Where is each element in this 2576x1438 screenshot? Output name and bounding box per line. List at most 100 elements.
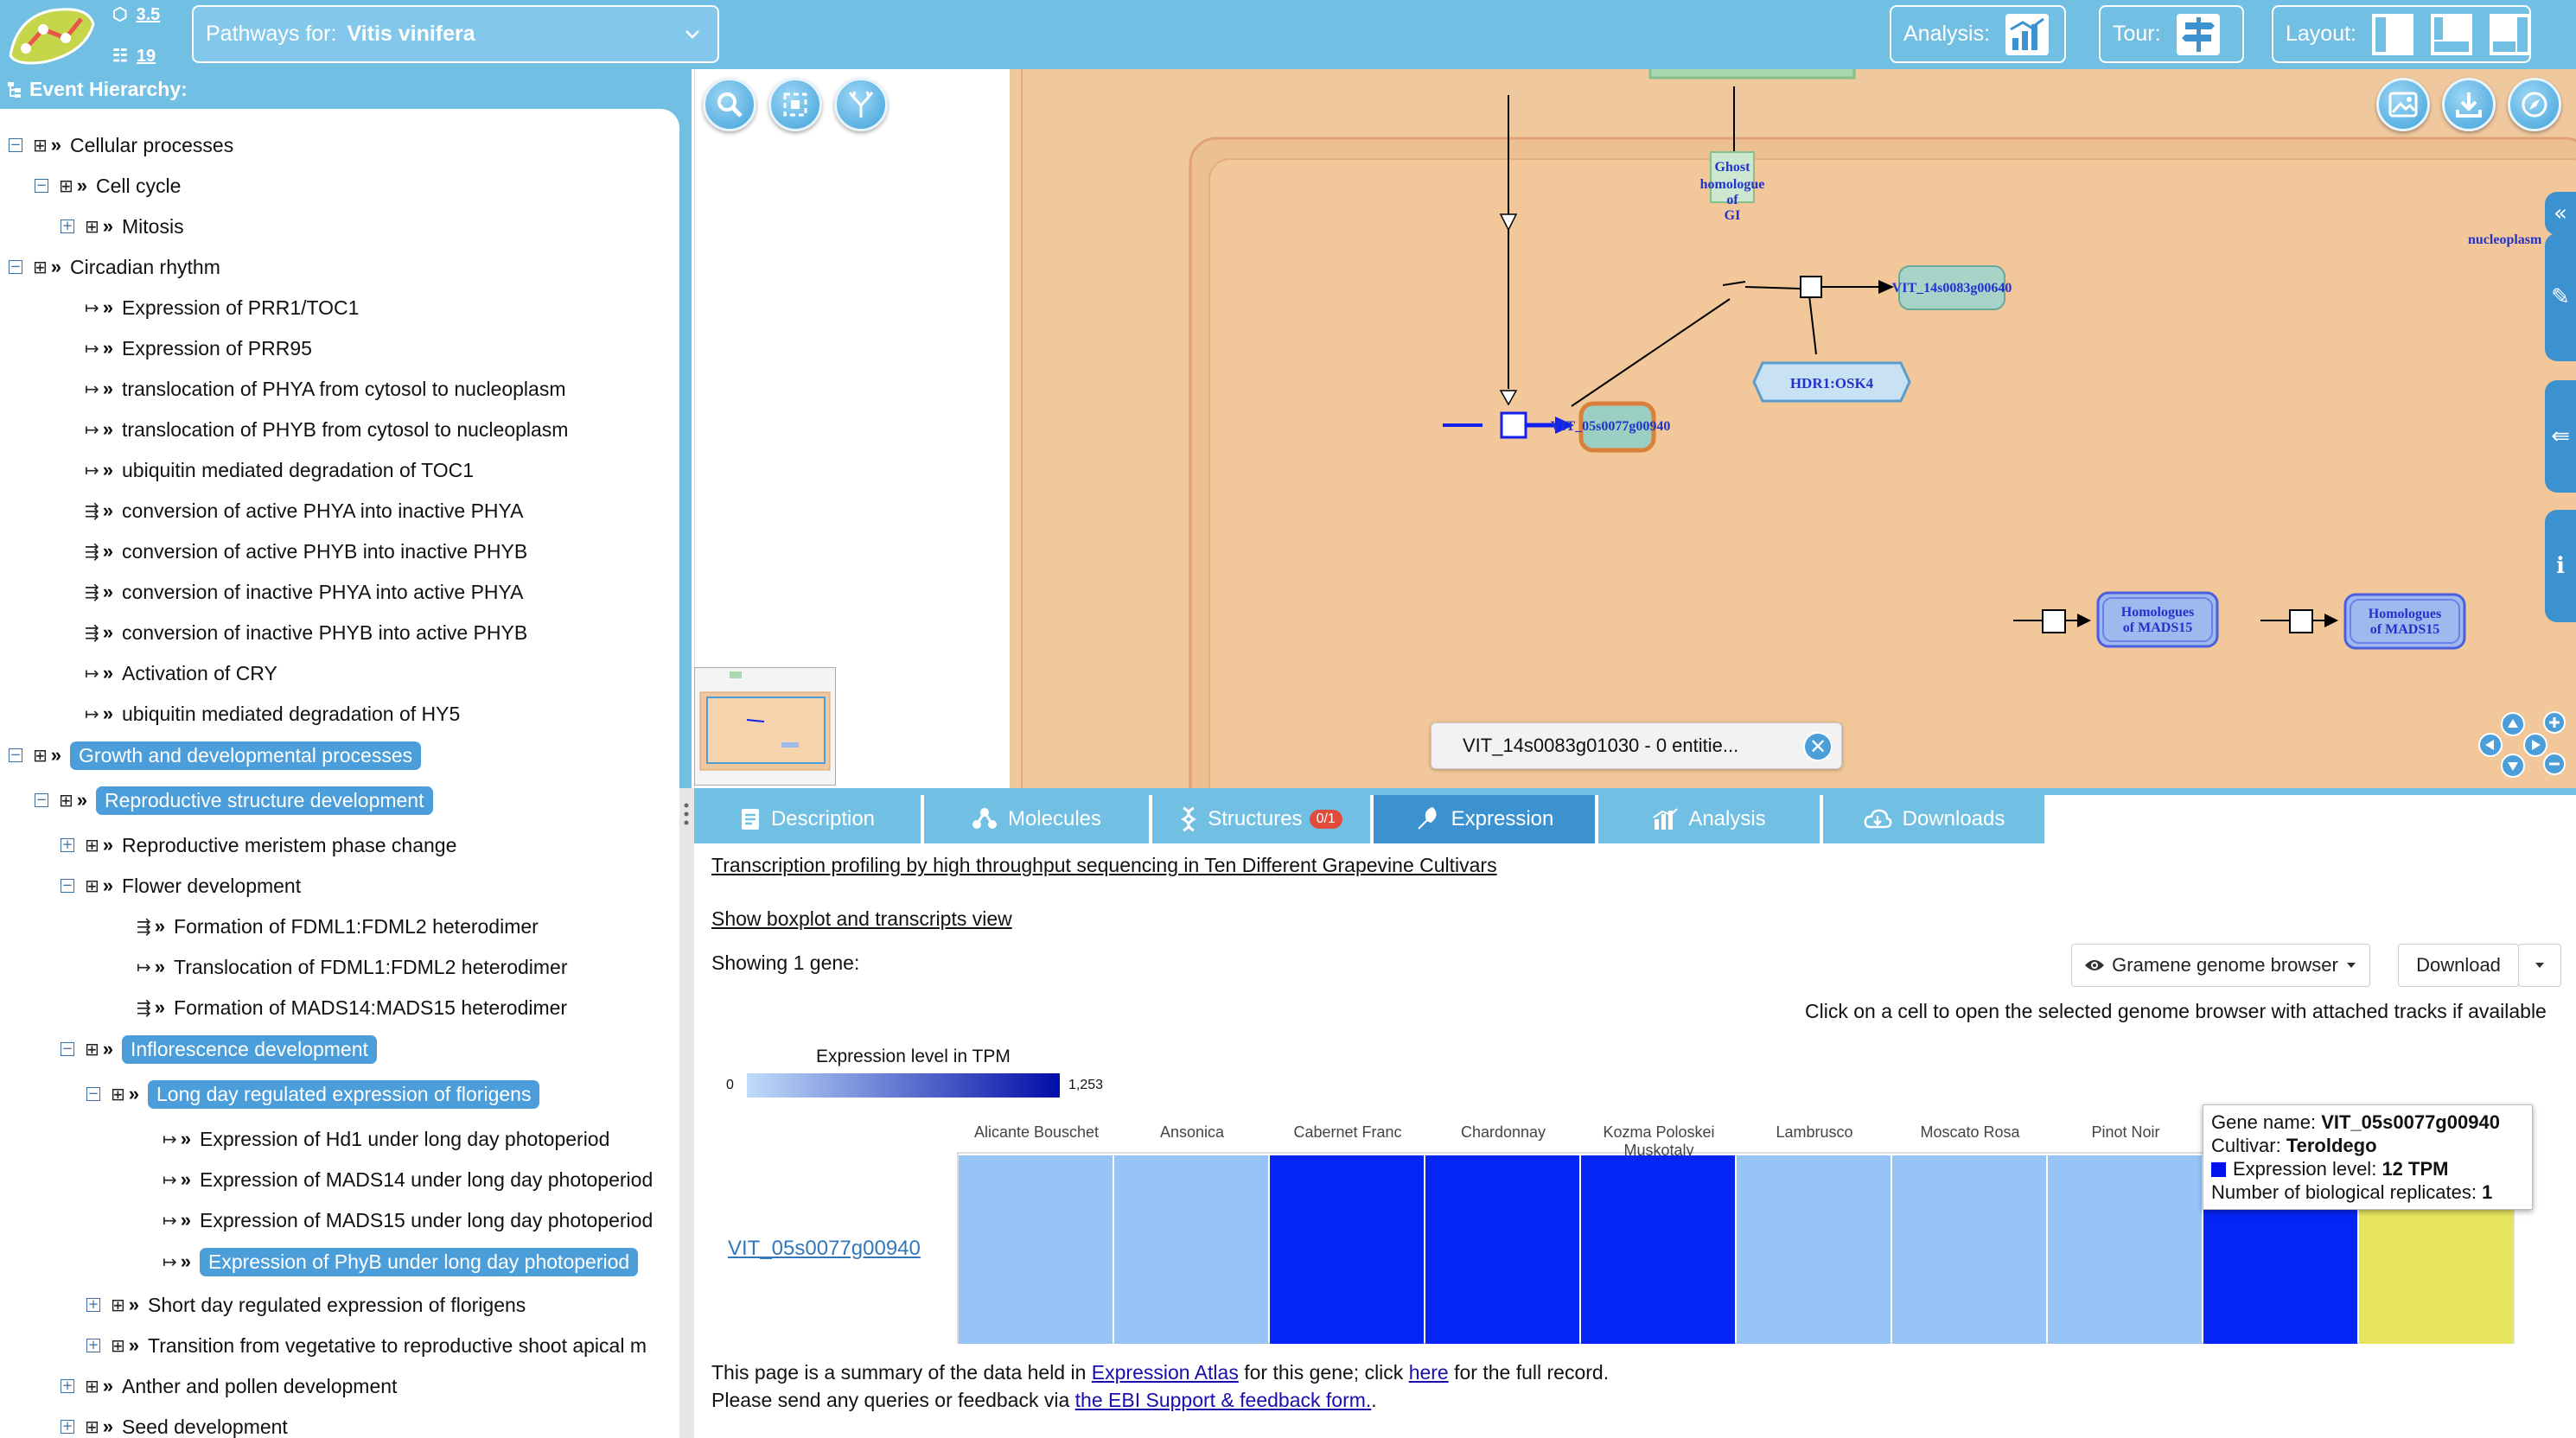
tree-item-label[interactable]: Cell cycle [96, 175, 181, 198]
expand-icon[interactable]: + [61, 838, 74, 852]
goto-icon[interactable]: » [77, 175, 87, 197]
tree-item[interactable]: ↦» Translocation of FDML1:FDML2 heterodim… [137, 951, 568, 983]
tab-molecules[interactable]: Molecules [924, 795, 1149, 843]
goto-icon[interactable]: » [103, 1375, 113, 1397]
tree-item[interactable]: − ⊞» Growth and developmental processes [9, 740, 422, 771]
heatmap-cell[interactable] [959, 1155, 1113, 1344]
layout-left-icon[interactable] [2370, 12, 2415, 57]
expand-icon[interactable]: + [86, 1298, 100, 1312]
search-icon[interactable] [703, 78, 756, 131]
collapse-icon[interactable]: − [61, 879, 74, 893]
compass-icon[interactable] [2508, 78, 2561, 131]
tree-item[interactable]: − ⊞» Cellular processes [9, 130, 233, 161]
boxplot-link[interactable]: Show boxplot and transcripts view [711, 907, 1012, 931]
tree-item[interactable]: ↦» Expression of MADS14 under long day ph… [163, 1164, 653, 1195]
goto-icon[interactable]: » [129, 1294, 139, 1316]
tree-item-label[interactable]: ubiquitin mediated degradation of HY5 [122, 703, 460, 726]
tree-item-label[interactable]: Translocation of FDML1:FDML2 heterodimer [174, 956, 568, 979]
tree-item-label[interactable]: translocation of PHYA from cytosol to nu… [122, 378, 565, 401]
tree-item-label[interactable]: translocation of PHYB from cytosol to nu… [122, 418, 568, 442]
goto-icon[interactable]: » [155, 996, 165, 1019]
collapse-icon[interactable]: − [61, 1042, 74, 1056]
tree-item-label[interactable]: ubiquitin mediated degradation of TOC1 [122, 459, 474, 482]
tree-item[interactable]: ⇶» conversion of inactive PHYA into activ… [85, 576, 524, 608]
layout-button[interactable]: Layout: [2272, 5, 2533, 63]
goto-icon[interactable]: » [103, 296, 113, 319]
tree-item[interactable]: − ⊞» Long day regulated expression of flor… [86, 1078, 540, 1110]
heatmap-cell[interactable] [1892, 1155, 2046, 1344]
release-stat[interactable]: ☷ 19 [112, 45, 156, 67]
heatmap-cell[interactable] [1737, 1155, 1891, 1344]
tree-item-label[interactable]: Circadian rhythm [70, 256, 220, 279]
layout-right-icon[interactable] [2488, 12, 2533, 57]
collapse-icon[interactable]: − [35, 793, 48, 807]
experiment-link[interactable]: Transcription profiling by high throughp… [711, 854, 1497, 877]
tree-item[interactable]: ↦» ubiquitin mediated degradation of TOC1 [85, 455, 474, 486]
download-dropdown[interactable] [2518, 944, 2561, 987]
tree-item-label[interactable]: Inflorescence development [122, 1034, 377, 1064]
species-selector[interactable]: Pathways for: Vitis vinifera [192, 5, 719, 63]
pathway-diagram[interactable]: nucleoplasm Ghost homologue of GI VIT_14s00… [694, 69, 2576, 788]
goto-icon[interactable]: » [155, 956, 165, 978]
diagram-thumbnail[interactable] [694, 667, 836, 786]
tree-item-label[interactable]: Expression of PRR95 [122, 337, 312, 360]
goto-icon[interactable]: » [77, 789, 87, 811]
collapse-icon[interactable]: − [9, 260, 22, 274]
tree-item-label[interactable]: Expression of PhyB under long day photop… [200, 1247, 639, 1276]
logo[interactable] [5, 3, 99, 67]
fit-diagram-icon[interactable] [768, 78, 822, 131]
goto-icon[interactable]: » [129, 1083, 139, 1105]
goto-icon[interactable]: » [103, 215, 113, 238]
goto-icon[interactable]: » [103, 662, 113, 684]
goto-icon[interactable]: » [181, 1209, 191, 1231]
tree-item-label[interactable]: Cellular processes [70, 134, 233, 157]
goto-icon[interactable]: » [103, 1038, 113, 1060]
tree-item-label[interactable]: Formation of FDML1:FDML2 heterodimer [174, 915, 539, 939]
tree-item-label[interactable]: Seed development [122, 1416, 288, 1438]
panel-splitter[interactable] [679, 788, 694, 1438]
tree-item[interactable]: ↦» Expression of PRR1/TOC1 [85, 292, 359, 323]
goto-icon[interactable]: » [51, 744, 61, 767]
goto-icon[interactable]: » [103, 418, 113, 441]
download-icon[interactable] [2442, 78, 2496, 131]
tree-item[interactable]: ↦» ubiquitin mediated degradation of HY5 [85, 698, 460, 729]
goto-icon[interactable]: » [103, 834, 113, 856]
goto-icon[interactable]: » [129, 1334, 139, 1357]
goto-icon[interactable]: » [103, 581, 113, 603]
gene-link[interactable]: VIT_05s0077g00940 [728, 1237, 921, 1261]
collapse-right-icon[interactable]: « [2545, 192, 2576, 235]
tree-item[interactable]: ↦» translocation of PHYA from cytosol to … [85, 373, 566, 404]
tree-item-label[interactable]: Short day regulated expression of florig… [148, 1294, 526, 1317]
goto-icon[interactable]: » [181, 1250, 191, 1273]
tree-item[interactable]: − ⊞» Flower development [61, 870, 301, 901]
analysis-button[interactable]: Analysis: [1890, 5, 2066, 63]
tree-item[interactable]: + ⊞» Mitosis [61, 211, 184, 242]
expression-atlas-link[interactable]: Expression Atlas [1092, 1361, 1239, 1384]
tree-item-label[interactable]: Formation of MADS14:MADS15 heterodimer [174, 996, 567, 1020]
tree-item[interactable]: ↦» Expression of PRR95 [85, 333, 312, 364]
tree-item-label[interactable]: Expression of Hd1 under long day photope… [200, 1128, 609, 1151]
collapse-icon[interactable]: − [9, 138, 22, 152]
collapse-icon[interactable]: − [35, 179, 48, 193]
layout-bottom-icon[interactable] [2429, 12, 2474, 57]
tree-item-label[interactable]: Transition from vegetative to reproducti… [148, 1334, 647, 1358]
tree-item[interactable]: ↦» Activation of CRY [85, 658, 277, 689]
share-tab[interactable]: ⇚ [2545, 380, 2576, 493]
tab-description[interactable]: Description [694, 795, 921, 843]
tree-item-label[interactable]: Growth and developmental processes [70, 741, 422, 770]
tree-item[interactable]: + ⊞» Transition from vegetative to reprodu… [86, 1330, 647, 1361]
tree-item[interactable]: + ⊞» Seed development [61, 1411, 288, 1438]
illustrations-tab[interactable]: ✎ [2545, 233, 2576, 361]
tree-item-label[interactable]: conversion of active PHYB into inactive … [122, 540, 527, 563]
tree-item[interactable]: ↦» Expression of Hd1 under long day photo… [163, 1123, 609, 1155]
heatmap-cell[interactable] [2048, 1155, 2202, 1344]
goto-icon[interactable]: » [103, 378, 113, 400]
heatmap-cell[interactable] [1270, 1155, 1424, 1344]
navigation-pad[interactable] [2473, 707, 2568, 783]
goto-icon[interactable]: » [103, 337, 113, 360]
collapse-icon[interactable]: − [9, 748, 22, 762]
download-button[interactable]: Download [2398, 944, 2519, 987]
tree-item[interactable]: ↦» Expression of PhyB under long day phot… [163, 1246, 639, 1277]
goto-icon[interactable]: » [103, 540, 113, 563]
tree-item[interactable]: ⇶» Formation of MADS14:MADS15 heterodimer [137, 992, 567, 1023]
